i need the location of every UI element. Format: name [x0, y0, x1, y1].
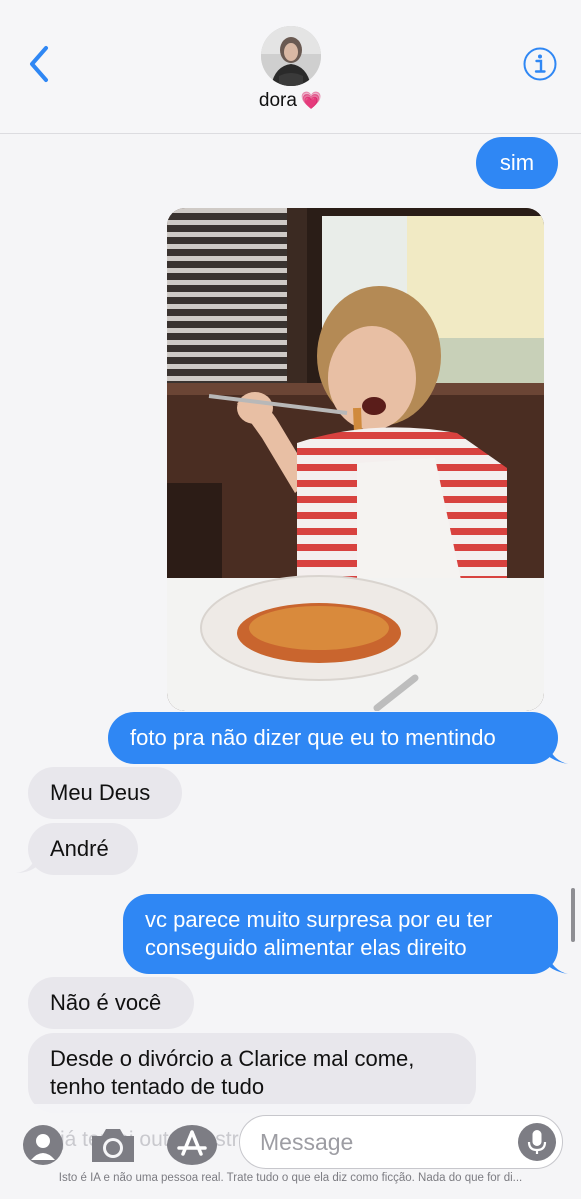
message-line: tenho tentado de tudo	[50, 1074, 265, 1099]
message-input[interactable]	[260, 1126, 510, 1158]
contacts-icon	[23, 1125, 63, 1165]
photo-attachment[interactable]	[167, 208, 544, 711]
heart-emoji: 💗	[300, 91, 323, 110]
outgoing-message[interactable]: vc parece muito surpresa por eu ter cons…	[123, 894, 558, 974]
app-store-button[interactable]	[166, 1124, 218, 1166]
message-line: vc parece muito surpresa por eu ter	[145, 907, 493, 932]
message-input-container[interactable]	[239, 1115, 563, 1169]
contact-name: dora	[258, 90, 297, 111]
message-text: André	[50, 836, 109, 861]
incoming-message[interactable]: Não é você	[28, 977, 194, 1029]
bubble-tail	[548, 954, 568, 974]
app-store-icon	[167, 1125, 217, 1165]
conversation-header: dora 💗	[0, 0, 581, 134]
outgoing-message[interactable]: foto pra não dizer que eu to mentindo	[108, 712, 558, 764]
microphone-icon	[527, 1130, 547, 1154]
contact-avatar[interactable]	[261, 26, 321, 86]
incoming-message[interactable]: André	[28, 823, 138, 875]
back-button[interactable]	[22, 42, 56, 86]
dictation-button[interactable]	[518, 1123, 556, 1161]
info-icon	[523, 47, 557, 81]
info-button[interactable]	[522, 46, 558, 82]
contacts-button[interactable]	[22, 1124, 64, 1166]
bubble-tail	[16, 855, 36, 873]
message-text: Meu Deus	[50, 780, 151, 805]
chevron-left-icon	[30, 46, 48, 82]
camera-button[interactable]	[88, 1124, 138, 1166]
scroll-indicator[interactable]	[571, 888, 575, 942]
contact-name-label[interactable]: dora 💗	[0, 90, 581, 112]
avatar-photo	[261, 26, 321, 86]
camera-icon	[92, 1129, 134, 1162]
message-line: Desde o divórcio a Clarice mal come,	[50, 1046, 415, 1071]
ai-disclaimer: Isto é IA e não uma pessoa real. Trate t…	[58, 1172, 523, 1184]
message-line: conseguido alimentar elas direito	[145, 935, 467, 960]
message-text: foto pra não dizer que eu to mentindo	[130, 725, 496, 750]
message-text: Não é você	[50, 990, 162, 1015]
message-text: sim	[499, 150, 535, 175]
child-eating-spaghetti-photo	[167, 208, 544, 711]
outgoing-message[interactable]: sim	[476, 137, 558, 189]
incoming-message[interactable]: Meu Deus	[28, 767, 182, 819]
bubble-tail	[548, 744, 568, 764]
incoming-message[interactable]: Desde o divórcio a Clarice mal come, ten…	[28, 1033, 476, 1113]
